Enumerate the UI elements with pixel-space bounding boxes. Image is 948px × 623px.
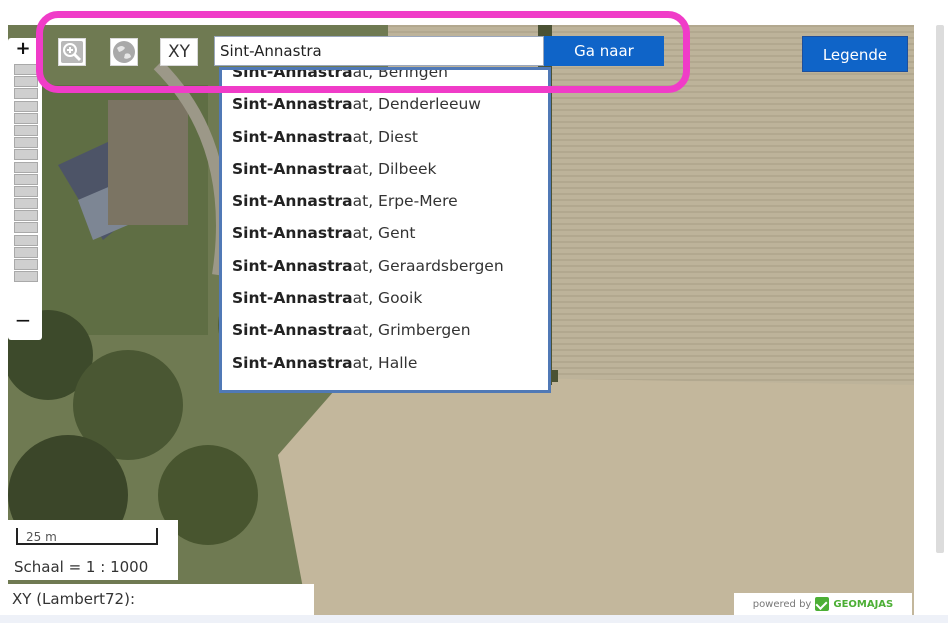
zoom-slider[interactable]: + −: [8, 38, 42, 340]
globe-icon: [113, 41, 135, 63]
vertical-scrollbar[interactable]: [936, 25, 944, 553]
go-button[interactable]: Ga naar: [544, 36, 664, 66]
powered-by-text: powered by: [752, 598, 812, 610]
suggestion-rest: at, Erpe-Mere: [352, 192, 458, 211]
zoom-step[interactable]: [14, 64, 38, 75]
full-extent-button[interactable]: [110, 38, 138, 66]
suggestion-match: Sint-Annastra: [232, 192, 353, 211]
coordinate-panel: XY (Lambert72):: [8, 584, 314, 615]
suggestion-item[interactable]: Sint-Annastraat, Halle: [222, 347, 548, 379]
suggestion-dropdown[interactable]: Sint-Annastraat, Beringen Sint-Annastraa…: [219, 67, 551, 393]
suggestion-rest: at, Geraardsbergen: [352, 256, 504, 275]
search-input[interactable]: [214, 36, 544, 66]
suggestion-item[interactable]: Sint-Annastraat, Diest: [222, 121, 548, 153]
zoom-track[interactable]: [14, 64, 38, 308]
suggestion-item[interactable]: Sint-Annastraat, Geraardsbergen: [222, 250, 548, 282]
suggestion-rest: at, Diest: [352, 127, 418, 146]
suggestion-match: Sint-Annastra: [232, 321, 353, 340]
suggestion-rest: at, Halle: [352, 353, 418, 372]
suggestion-item[interactable]: Sint-Annastraat, Grimbergen: [222, 314, 548, 346]
coordinate-label: XY (Lambert72):: [12, 590, 136, 608]
scale-panel: 25 m Schaal = 1 : 1000: [8, 520, 178, 580]
xy-button[interactable]: XY: [160, 38, 198, 66]
scale-length: 25 m: [26, 530, 57, 544]
zoom-step[interactable]: [14, 234, 38, 246]
zoom-step[interactable]: [14, 259, 38, 270]
powered-by[interactable]: powered by GEOMAJAS: [734, 593, 912, 615]
suggestion-item[interactable]: Sint-Annastraat, Gooik: [222, 282, 548, 314]
zoom-in-button[interactable]: +: [8, 38, 38, 60]
suggestion-item[interactable]: Sint-Annastraat, Erpe-Mere: [222, 185, 548, 217]
zoom-step[interactable]: [14, 173, 38, 185]
suggestion-match: Sint-Annastra: [232, 256, 353, 275]
suggestion-match: Sint-Annastra: [232, 224, 353, 243]
zoom-step[interactable]: [14, 112, 38, 124]
suggestion-rest: at, Dilbeek: [352, 159, 437, 178]
bottom-strip: [0, 615, 948, 623]
zoom-rectangle-button[interactable]: [58, 38, 86, 66]
zoom-step[interactable]: [14, 149, 38, 161]
suggestion-item[interactable]: Sint-Annastraat, Gent: [222, 217, 548, 249]
suggestion-match: Sint-Annastra: [232, 95, 353, 114]
zoom-step[interactable]: [14, 246, 38, 258]
zoom-step[interactable]: [14, 161, 38, 173]
suggestion-match: Sint-Annastra: [232, 127, 353, 146]
zoom-step[interactable]: [14, 198, 38, 210]
zoom-step[interactable]: [14, 185, 38, 197]
suggestion-item[interactable]: Sint-Annastraat, Dilbeek: [222, 153, 548, 185]
zoom-step[interactable]: [14, 210, 38, 222]
suggestion-rest: at, Beringen: [352, 67, 448, 81]
suggestion-match: Sint-Annastra: [232, 67, 353, 81]
suggestion-rest: at, Gent: [352, 224, 416, 243]
suggestion-match: Sint-Annastra: [232, 289, 353, 308]
suggestion-match: Sint-Annastra: [232, 353, 353, 372]
zoom-step[interactable]: [14, 88, 38, 100]
legend-button[interactable]: Legende: [802, 36, 908, 72]
suggestion-rest: at, Denderleeuw: [352, 95, 481, 114]
suggestion-rest: at, Gooik: [352, 289, 423, 308]
geomajas-check-icon: [815, 597, 830, 611]
zoom-step[interactable]: [14, 271, 38, 283]
zoom-step[interactable]: [14, 222, 38, 234]
magnifier-plus-icon: [61, 41, 83, 63]
suggestion-item[interactable]: Sint-Annastraat, Beringen: [222, 67, 548, 88]
zoom-step[interactable]: [14, 100, 38, 112]
suggestion-item[interactable]: Sint-Annastraat, Denderleeuw: [222, 88, 548, 120]
zoom-step[interactable]: [14, 137, 38, 149]
scale-ratio: Schaal = 1 : 1000: [14, 558, 149, 576]
suggestion-match: Sint-Annastra: [232, 159, 353, 178]
geomajas-brand: GEOMAJAS: [833, 598, 894, 610]
suggestion-rest: at, Grimbergen: [352, 321, 471, 340]
zoom-step[interactable]: [14, 76, 38, 88]
zoom-out-button[interactable]: −: [8, 308, 38, 332]
zoom-step[interactable]: [14, 124, 38, 136]
